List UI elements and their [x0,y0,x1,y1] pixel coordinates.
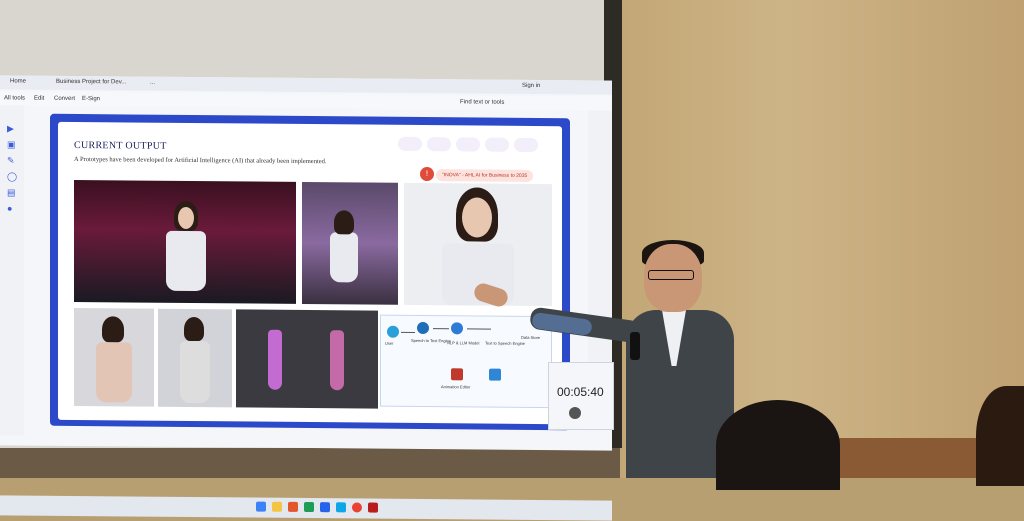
partner-logo-4 [485,137,509,152]
slide-title: CURRENT OUTPUT [74,139,167,152]
screen-base [0,448,620,478]
nlp-icon [451,322,463,335]
menu-convert[interactable]: Convert [54,96,75,102]
app-icon-green[interactable] [304,501,314,513]
app-icon-blue[interactable] [320,502,330,513]
flow-label-tts: Text to Speech Engine [485,340,526,346]
avatar-render-2 [158,308,232,408]
partner-logo-1 [398,136,422,152]
partner-logos [398,133,554,156]
text-select-icon[interactable]: ▤ [7,187,17,197]
windows-taskbar [0,495,612,521]
system-flow-diagram: User Speech to Text Engine NLP & LLM Mod… [380,314,552,409]
microphone-icon [630,332,640,360]
speech-to-text-icon [417,321,429,335]
flow-label-nlp: NLP & LLM Model [447,340,480,346]
stamp-icon[interactable]: ● [7,203,17,213]
find-tools-label[interactable]: Find text or tools [460,99,504,105]
partner-logo-5 [514,137,538,153]
app-icon-cyan[interactable] [336,502,346,513]
pen-icon[interactable]: ✎ [7,155,17,165]
tab-other[interactable]: ... [150,80,155,86]
tab-home[interactable]: Home [10,78,26,84]
flow-label-user: User [385,340,394,346]
avatar-3d-models [236,309,378,409]
avatar-render-1 [74,307,154,407]
flow-label-anim: Animation Editor [441,384,471,390]
flow-label-stt: Speech to Text Engine [411,337,451,344]
cursor-icon[interactable]: ▶ [7,123,17,133]
start-icon[interactable] [256,501,266,512]
audience-head-right [976,386,1024,486]
comment-icon[interactable]: ▣ [7,139,17,149]
alert-icon: ! [420,166,434,182]
menu-esign[interactable]: E-Sign [82,96,100,102]
app-menu-bar: All tools Edit Convert E-Sign Find text … [0,91,612,111]
speaker-icon [489,368,501,381]
browser-icon[interactable] [288,501,298,512]
audience-head [716,400,840,490]
partner-logo-2 [427,137,451,152]
partner-logo-3 [456,137,480,152]
tab-document[interactable]: Business Project for Dev... [56,79,126,86]
lasso-icon[interactable]: ◯ [7,171,17,181]
projected-desktop: Home Business Project for Dev... ... Sig… [0,75,612,521]
presentation-slide: CURRENT OUTPUT A Prototypes have been de… [50,113,570,431]
sign-in-link[interactable]: Sign in [522,83,540,89]
user-node-icon [387,325,399,338]
slide-subtitle: A Prototypes have been developed for Art… [74,155,327,166]
animation-editor-icon [451,368,463,381]
menu-edit[interactable]: Edit [34,96,44,102]
pdf-app-icon[interactable] [368,502,378,513]
menu-all-tools[interactable]: All tools [4,95,25,101]
slide-content: CURRENT OUTPUT A Prototypes have been de… [58,121,562,425]
robot-photo-stage [74,179,296,304]
glasses-icon [648,270,694,280]
left-tool-rail: ▶ ▣ ✎ ◯ ▤ ● [0,105,24,436]
file-explorer-icon[interactable] [272,501,282,512]
project-tag: "INOVA" - AHL AI for Business to 2035 [436,169,534,182]
chrome-icon[interactable] [352,502,362,513]
robot-photo-demo [302,181,398,305]
